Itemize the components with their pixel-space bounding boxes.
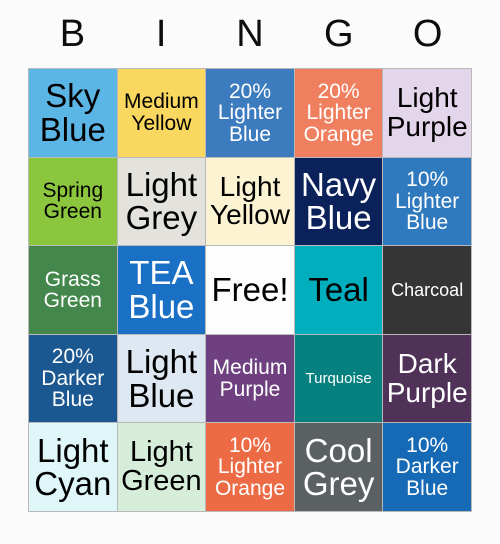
bingo-cell-label: Teal xyxy=(308,271,369,309)
bingo-cell-r2-c5[interactable]: 10% Lighter Blue xyxy=(383,157,471,246)
bingo-cell-r5-c3[interactable]: 10% Lighter Orange xyxy=(206,423,294,511)
bingo-cell-r4-c3[interactable]: Medium Purple xyxy=(206,334,294,423)
bingo-cell-r5-c1[interactable]: Light Cyan xyxy=(29,423,117,511)
bingo-cell-r4-c5[interactable]: Dark Purple xyxy=(383,334,471,423)
bingo-cell-r1-c5[interactable]: Light Purple xyxy=(383,69,471,157)
header-letter-o: O xyxy=(412,13,443,55)
header-letter-b: B xyxy=(59,13,86,55)
bingo-cell-label: Grass Green xyxy=(43,267,102,312)
bingo-cell-r3-c1[interactable]: Grass Green xyxy=(29,246,117,334)
bingo-cell-label: Turquoise xyxy=(305,369,372,387)
bingo-cell-r4-c2[interactable]: Light Blue xyxy=(117,334,206,423)
bingo-cell-label: Navy Blue xyxy=(301,165,377,237)
bingo-cell-label: 10% Darker Blue xyxy=(395,434,459,500)
bingo-cell-label: 20% Lighter Orange xyxy=(303,79,374,146)
bingo-cell-label: 20% Lighter Blue xyxy=(217,79,283,146)
bingo-cell-r3-c4[interactable]: Teal xyxy=(294,246,383,334)
bingo-cell-label: Dark Purple xyxy=(386,348,468,408)
bingo-cell-label: TEA Blue xyxy=(128,254,195,325)
bingo-cell-r3-c5[interactable]: Charcoal xyxy=(383,246,471,334)
bingo-cell-label: Medium Purple xyxy=(212,356,288,401)
bingo-cell-free-space[interactable]: Free! xyxy=(206,246,294,334)
bingo-cell-r2-c2[interactable]: Light Grey xyxy=(117,157,206,246)
bingo-cell-label: Light Cyan xyxy=(34,431,112,503)
bingo-cell-r1-c3[interactable]: 20% Lighter Blue xyxy=(206,69,294,157)
bingo-cell-r4-c4[interactable]: Turquoise xyxy=(294,334,383,423)
bingo-cell-r3-c2[interactable]: TEA Blue xyxy=(117,246,206,334)
bingo-cell-label: 20% Darker Blue xyxy=(41,345,105,412)
header-letter-n: N xyxy=(236,13,264,55)
bingo-cell-r5-c2[interactable]: Light Green xyxy=(117,423,206,511)
bingo-cell-r1-c1[interactable]: Sky Blue xyxy=(29,69,117,157)
bingo-cell-label: Light Grey xyxy=(125,165,198,237)
bingo-cell-label: Medium Yellow xyxy=(124,90,199,135)
bingo-cell-r1-c4[interactable]: 20% Lighter Orange xyxy=(294,69,383,157)
bingo-cell-label: Light Yellow xyxy=(210,170,290,231)
header-letter-g: G xyxy=(324,13,354,55)
bingo-cell-r2-c3[interactable]: Light Yellow xyxy=(206,157,294,246)
bingo-cell-label: 10% Lighter Blue xyxy=(395,168,460,235)
bingo-cell-r5-c4[interactable]: Cool Grey xyxy=(294,423,383,511)
bingo-cell-label: Light Purple xyxy=(386,82,468,142)
bingo-cell-r2-c1[interactable]: Spring Green xyxy=(29,157,117,246)
bingo-cell-r2-c4[interactable]: Navy Blue xyxy=(294,157,383,246)
bingo-cell-r1-c2[interactable]: Medium Yellow xyxy=(117,69,206,157)
bingo-grid: Sky Blue Medium Yellow 20% Lighter Blue 20%… xyxy=(28,68,472,512)
bingo-cell-r4-c1[interactable]: 20% Darker Blue xyxy=(29,334,117,423)
bingo-cell-label: Light Green xyxy=(121,435,202,498)
header-letter-i: I xyxy=(155,13,167,55)
bingo-cell-label: Free! xyxy=(211,271,289,309)
bingo-cell-label: 10% Lighter Orange xyxy=(214,434,286,500)
bingo-cell-r5-c5[interactable]: 10% Darker Blue xyxy=(383,423,471,511)
bingo-header-row: B I N G O xyxy=(28,0,472,68)
bingo-cell-label: Charcoal xyxy=(391,279,464,300)
bingo-cell-label: Spring Green xyxy=(42,178,104,224)
bingo-cell-label: Cool Grey xyxy=(302,431,375,503)
bingo-cell-label: Light Blue xyxy=(125,342,198,414)
bingo-cell-label: Sky Blue xyxy=(39,77,106,148)
bingo-card: B I N G O Sky Blue Medium Yellow 20% Light… xyxy=(0,0,500,544)
